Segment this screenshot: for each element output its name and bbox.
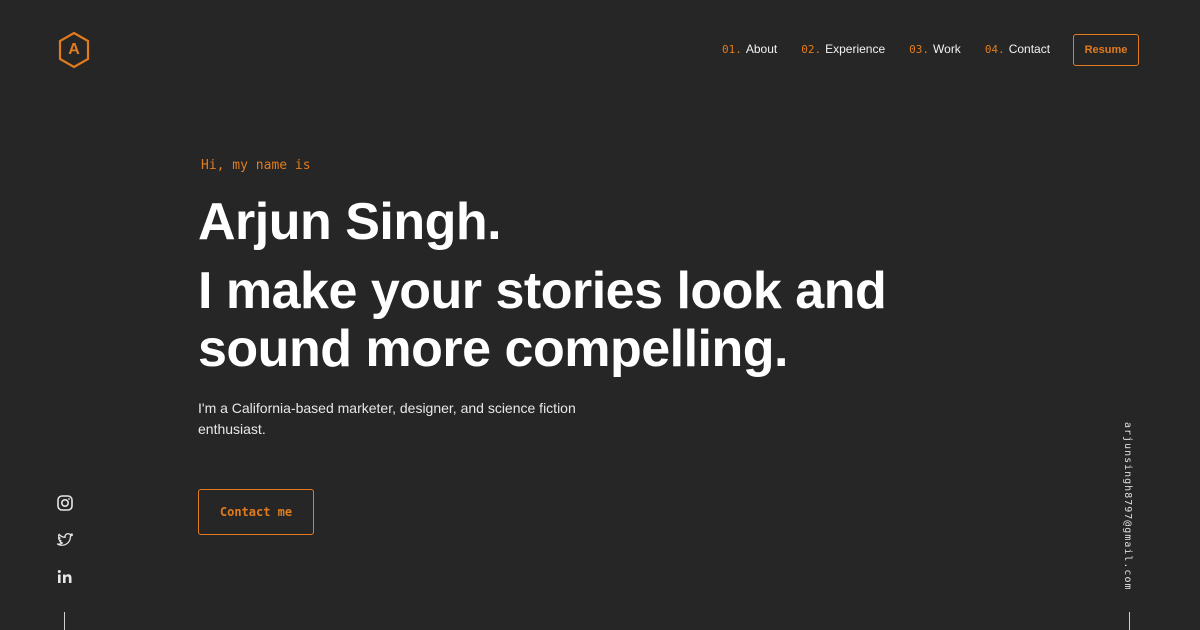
email-link[interactable]: arjunsingh8797@gmail.com — [1122, 422, 1133, 591]
hero-tagline: I make your stories look and sound more … — [198, 262, 887, 378]
nav-item-number: 03. — [909, 43, 930, 56]
nav-item-number: 02. — [801, 43, 822, 56]
main-nav: 01. About 02. Experience 03. Work 04. Co… — [722, 42, 1074, 56]
logo[interactable]: A — [57, 31, 91, 69]
twitter-icon[interactable] — [56, 531, 74, 549]
nav-item-work[interactable]: 03. Work — [909, 42, 961, 56]
nav-item-label: Work — [933, 42, 961, 56]
nav-item-number: 04. — [984, 43, 1005, 56]
contact-me-button[interactable]: Contact me — [198, 489, 314, 535]
logo-letter: A — [68, 41, 80, 58]
nav-item-about[interactable]: 01. About — [722, 42, 777, 56]
linkedin-icon[interactable] — [56, 568, 74, 586]
nav-item-number: 01. — [722, 43, 742, 56]
hero-bio: I'm a California-based marketer, designe… — [198, 400, 576, 437]
hero-name: Arjun Singh. — [198, 193, 502, 251]
right-divider-line — [1129, 612, 1130, 630]
instagram-icon[interactable] — [56, 494, 74, 512]
resume-button[interactable]: Resume — [1073, 34, 1139, 66]
hero-section: Hi, my name is Arjun Singh. I make your … — [198, 158, 958, 440]
nav-item-label: Experience — [825, 42, 886, 56]
hero-greeting: Hi, my name is — [201, 158, 311, 173]
nav-item-experience[interactable]: 02. Experience — [801, 42, 885, 56]
nav-item-contact[interactable]: 04. Contact — [985, 42, 1050, 56]
nav-item-label: Contact — [1008, 42, 1051, 56]
nav-item-label: About — [745, 42, 778, 56]
social-links — [56, 494, 74, 605]
left-divider-line — [64, 612, 65, 630]
